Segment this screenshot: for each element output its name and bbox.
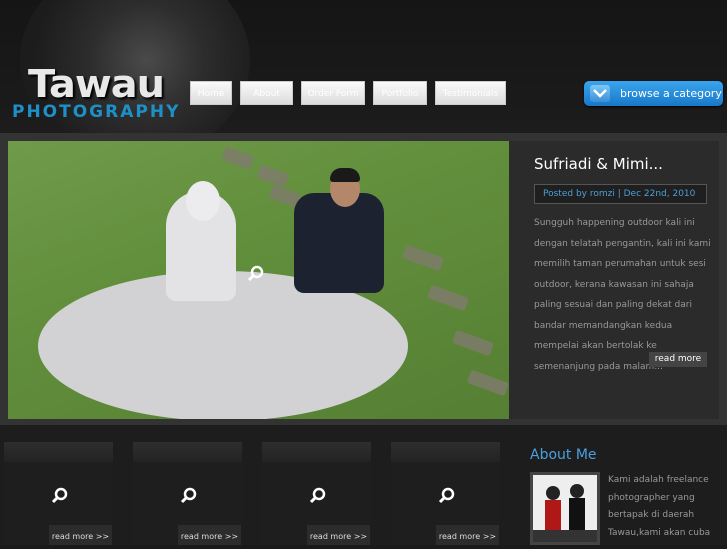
zoom-icon[interactable] bbox=[247, 265, 265, 287]
zoom-icon[interactable] bbox=[51, 487, 69, 509]
site-header: Tawau PHOTOGRAPHY Home About Order Form … bbox=[0, 0, 727, 160]
about-heading: About Me bbox=[530, 447, 597, 463]
thumb-read-more[interactable]: read more >> bbox=[178, 525, 241, 545]
browse-category-label: browse a category bbox=[620, 87, 722, 100]
nav-portfolio[interactable]: Portfolio bbox=[373, 81, 427, 105]
logo-subtitle: PHOTOGRAPHY bbox=[12, 102, 181, 122]
read-more-button[interactable]: read more bbox=[649, 352, 707, 367]
chevron-down-icon bbox=[590, 85, 610, 102]
thumb-title-bar bbox=[391, 442, 500, 462]
zoom-icon[interactable] bbox=[309, 487, 327, 509]
recent-posts-section: read more >> read more >> read more >> r… bbox=[0, 425, 727, 545]
featured-photo[interactable] bbox=[8, 141, 509, 419]
thumb-read-more[interactable]: read more >> bbox=[307, 525, 370, 545]
featured-panel: Sufriadi & Mimi... Posted by romzi | Dec… bbox=[509, 141, 719, 419]
thumb-read-more[interactable]: read more >> bbox=[436, 525, 499, 545]
nav-home[interactable]: Home bbox=[190, 81, 232, 105]
nav-order-form[interactable]: Order Form bbox=[301, 81, 365, 105]
thumb-title-bar bbox=[4, 442, 113, 462]
browse-category-button[interactable]: browse a category bbox=[584, 81, 723, 106]
site-logo[interactable]: Tawau PHOTOGRAPHY bbox=[10, 62, 178, 127]
post-meta: Posted by romzi | Dec 22nd, 2010 bbox=[534, 184, 707, 204]
thumb-title-bar bbox=[133, 442, 242, 462]
thumb-read-more[interactable]: read more >> bbox=[49, 525, 112, 545]
about-text: Kami adalah freelance photographer yang … bbox=[608, 475, 711, 538]
featured-post: Sufriadi & Mimi... Posted by romzi | Dec… bbox=[0, 133, 727, 425]
zoom-icon[interactable] bbox=[438, 487, 456, 509]
zoom-icon[interactable] bbox=[180, 487, 198, 509]
thumb-title-bar bbox=[262, 442, 371, 462]
featured-title[interactable]: Sufriadi & Mimi... bbox=[534, 155, 663, 173]
nav-testimonials[interactable]: Testimonials bbox=[435, 81, 506, 105]
nav-about[interactable]: About bbox=[240, 81, 293, 105]
groom bbox=[294, 193, 384, 293]
logo-title: Tawau bbox=[28, 62, 165, 106]
about-photo bbox=[530, 472, 600, 545]
